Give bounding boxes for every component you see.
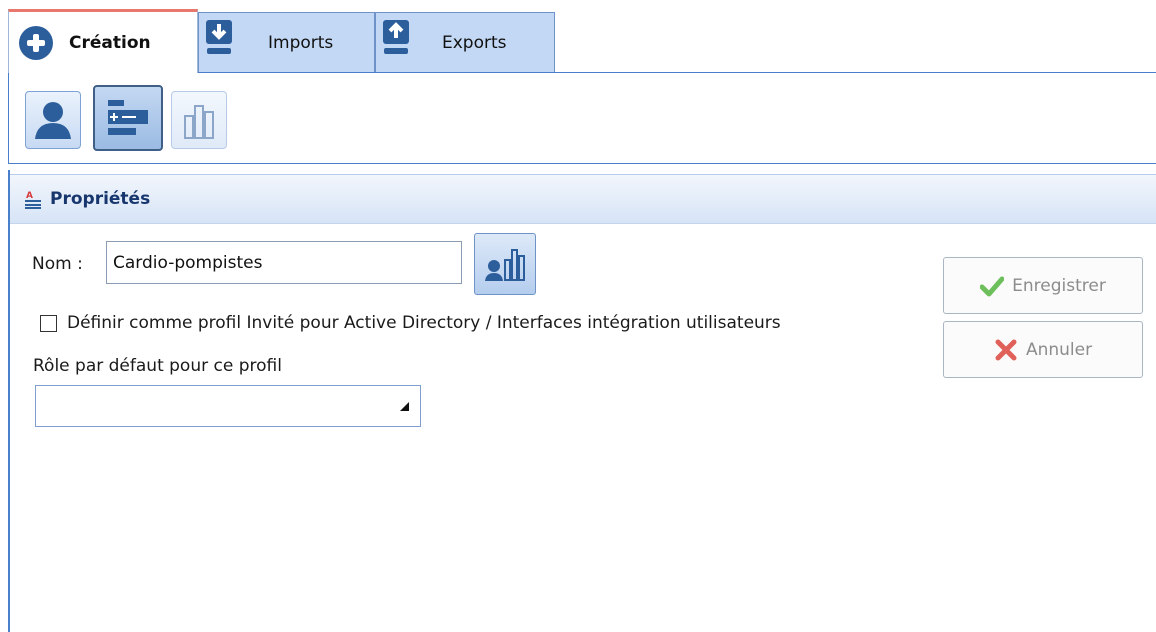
tab-exports-label: Exports: [442, 33, 507, 53]
save-button[interactable]: Enregistrer: [943, 257, 1143, 314]
building-chart-button: [171, 91, 227, 149]
checkmark-icon: [980, 274, 1005, 298]
export-tray-icon: [383, 20, 409, 54]
ribbon-panel: [8, 72, 1156, 164]
users-button[interactable]: [474, 233, 536, 295]
tab-imports-label: Imports: [268, 33, 334, 53]
cancel-button[interactable]: Annuler: [943, 321, 1143, 378]
tab-creation-label: Création: [69, 32, 151, 53]
default-role-select[interactable]: [35, 385, 421, 427]
dropdown-arrow-icon: [400, 402, 409, 411]
properties-header: A Propriétés: [10, 174, 1156, 224]
default-role-label: Rôle par défaut pour ce profil: [33, 356, 282, 376]
profile-list-icon: [108, 100, 148, 135]
user-icon: [35, 102, 71, 139]
guest-profile-label: Définir comme profil Invité pour Active …: [67, 313, 781, 333]
profile-button[interactable]: [93, 85, 163, 151]
cancel-label: Annuler: [1025, 339, 1093, 360]
tab-exports[interactable]: Exports: [375, 12, 555, 73]
save-label: Enregistrer: [1012, 275, 1106, 296]
svg-text:A: A: [26, 191, 33, 201]
guest-profile-row: Définir comme profil Invité pour Active …: [40, 313, 781, 333]
properties-title: Propriétés: [50, 189, 151, 209]
ribbon-tabbar: Imports Exports Création: [0, 0, 1156, 73]
building-chart-icon: [184, 105, 214, 139]
name-input[interactable]: Cardio-pompistes: [106, 241, 462, 284]
import-tray-icon: [206, 20, 232, 54]
cross-icon: [994, 338, 1018, 362]
tab-imports[interactable]: Imports: [198, 12, 375, 73]
plus-circle-icon: [19, 25, 53, 60]
guest-profile-checkbox[interactable]: [40, 314, 57, 332]
name-label: Nom :: [32, 254, 83, 274]
users-chart-icon: [485, 249, 525, 281]
tab-creation[interactable]: Création: [8, 9, 198, 73]
user-button[interactable]: [25, 91, 81, 149]
panel-left-border: [8, 170, 10, 632]
properties-icon: A: [25, 191, 41, 209]
